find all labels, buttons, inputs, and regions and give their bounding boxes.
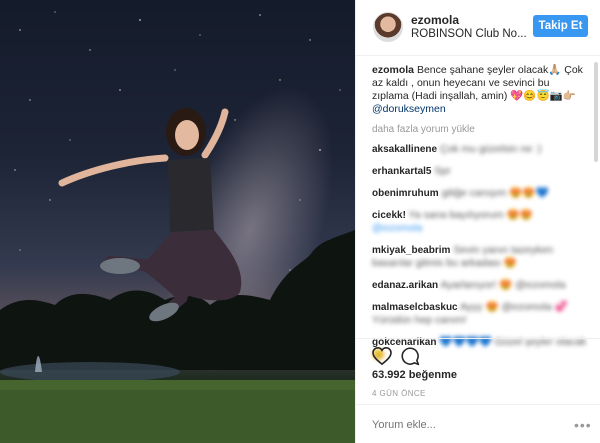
comment-username[interactable]: malmaselcbaskuc	[372, 302, 458, 313]
post-actions	[356, 338, 600, 368]
comment-username[interactable]: aksakallinene	[372, 144, 437, 155]
avatar[interactable]	[373, 12, 403, 42]
post-date: 4 GÜN ÖNCE	[372, 389, 426, 398]
post-header: ezomola ROBINSON Club No... Takip Et	[356, 0, 600, 56]
comment-username[interactable]: obenimruhum	[372, 188, 439, 199]
load-more-comments[interactable]: daha fazla yorum yükle	[372, 123, 588, 136]
comment-row: erhankartal5 Spr	[372, 165, 588, 178]
caption-mention[interactable]: @dorukseymen	[372, 103, 446, 115]
comment-text: Ya sana bayılıyorum 😍😍	[408, 209, 533, 221]
more-options-icon[interactable]: •••	[574, 417, 592, 433]
comment-mention[interactable]: @ezomola	[372, 222, 422, 234]
comment-text: Ayarlanıyor! 😍 @ezomola	[440, 279, 566, 291]
comments-section: ezomola Bence şahane şeyler olacak🙏🏼 Çok…	[372, 64, 588, 371]
comment-row: cicekk! Ya sana bayılıyorum 😍😍 @ezomola	[372, 209, 588, 235]
comment-input[interactable]	[372, 415, 562, 435]
comment-row: obenimruhum gitiğe canışım 😍😍💙	[372, 187, 588, 200]
comment-row: mkiyak_beabrim Sevin yanın tazeyken basa…	[372, 244, 588, 270]
comment-box: •••	[356, 404, 600, 443]
caption: ezomola Bence şahane şeyler olacak🙏🏼 Çok…	[372, 64, 588, 116]
post-panel: ezomola ROBINSON Club No... Takip Et ezo…	[355, 0, 600, 443]
comment-icon[interactable]	[401, 347, 420, 371]
comment-text: gitiğe canışım 😍😍💙	[441, 187, 549, 199]
like-count[interactable]: 63.992 beğenme	[372, 369, 457, 381]
comment-username[interactable]: erhankartal5	[372, 166, 431, 177]
follow-button[interactable]: Takip Et	[533, 15, 588, 37]
comments-scrollbar[interactable]	[594, 62, 598, 162]
photo-scene	[0, 11, 355, 443]
caption-username[interactable]: ezomola	[372, 64, 414, 76]
post-photo[interactable]	[0, 0, 355, 443]
comment-username[interactable]: mkiyak_beabrim	[372, 245, 450, 256]
comment-text: Çok mu güzelsin ne :)	[439, 143, 542, 155]
comment-row: aksakallinene Çok mu güzelsin ne :)	[372, 143, 588, 156]
comment-text: Spr	[434, 165, 451, 177]
heart-icon[interactable]	[372, 346, 392, 370]
username[interactable]: ezomola	[411, 13, 459, 27]
comment-row: edanaz.arikan Ayarlanıyor! 😍 @ezomola	[372, 279, 588, 292]
comment-username[interactable]: edanaz.arikan	[372, 280, 438, 291]
comment-username[interactable]: cicekk!	[372, 210, 406, 221]
location-link[interactable]: ROBINSON Club No...	[411, 28, 527, 40]
comment-row: malmaselcbaskuc Ayyy 😍 @ezomola 💞 Yürüdü…	[372, 301, 588, 327]
